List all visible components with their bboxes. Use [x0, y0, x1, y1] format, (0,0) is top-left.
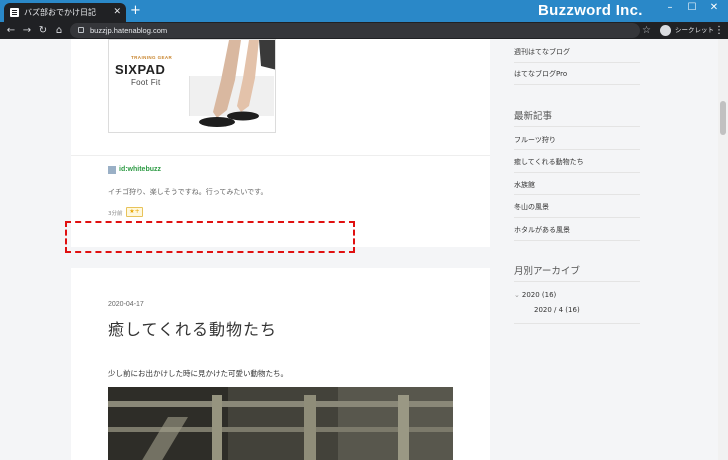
sidebar-link-pro[interactable]: はてなブログPro: [514, 69, 567, 79]
archive-year-item[interactable]: ⌄ 2020 (16): [514, 291, 556, 299]
new-tab-button[interactable]: +: [130, 4, 141, 18]
ad-brand: SIXPAD: [115, 62, 166, 77]
menu-icon[interactable]: ⋮: [714, 23, 724, 38]
ad-banner[interactable]: TRAINING GEAR SIXPAD Foot Fit: [108, 39, 276, 133]
sidebar-divider: [514, 84, 640, 85]
maximize-button[interactable]: ☐: [682, 2, 702, 13]
page-scrollbar[interactable]: [718, 39, 728, 460]
url-text: buzzjp.hatenablog.com: [90, 26, 168, 35]
chevron-down-icon[interactable]: ⌄: [514, 291, 520, 299]
scrollbar-thumb[interactable]: [720, 101, 726, 135]
home-icon[interactable]: ⌂: [52, 23, 66, 38]
minimize-button[interactable]: –: [660, 2, 680, 13]
recent-posts-heading: 最新記事: [514, 111, 553, 122]
archive-heading: 月別アーカイブ: [514, 266, 580, 277]
recent-post-item[interactable]: フルーツ狩り: [514, 135, 556, 145]
tab-close-icon[interactable]: ✕: [113, 3, 121, 22]
highlight-box: [65, 221, 355, 253]
post-photo: [108, 387, 453, 460]
sidebar-divider: [514, 172, 640, 173]
ad-tagline: TRAINING GEAR: [131, 55, 173, 60]
browser-tab[interactable]: バズ部おでかけ日記 ✕: [4, 3, 126, 22]
tab-favicon-icon: [10, 8, 19, 17]
comment-user-link[interactable]: id:whitebuzz: [119, 166, 161, 173]
sidebar-divider: [514, 126, 640, 127]
sidebar-divider: [514, 240, 640, 241]
tab-title: バズ部おでかけ日記: [24, 8, 96, 17]
incognito-icon: [660, 25, 671, 36]
sidebar-divider: [514, 194, 640, 195]
lock-icon: [78, 27, 84, 33]
recent-post-item[interactable]: ホタルがある風景: [514, 225, 570, 235]
add-star-button[interactable]: ★+: [126, 207, 143, 217]
incognito-label: シークレット: [675, 26, 714, 34]
back-icon[interactable]: ←: [4, 23, 18, 38]
user-avatar-icon: [108, 166, 116, 174]
sidebar-divider: [514, 149, 640, 150]
sidebar-divider: [514, 323, 640, 324]
recent-post-item[interactable]: 冬山の風景: [514, 202, 549, 212]
post-title[interactable]: 癒してくれる動物たち: [108, 316, 277, 340]
reload-icon[interactable]: ↻: [36, 23, 50, 38]
sidebar-divider: [514, 281, 640, 282]
recent-post-item[interactable]: 癒してくれる動物たち: [514, 157, 584, 167]
recent-post-item[interactable]: 水族館: [514, 180, 535, 190]
archive-month-item[interactable]: 2020 / 4 (16): [534, 306, 580, 314]
ad-product: Foot Fit: [131, 78, 161, 87]
brand-watermark: Buzzword Inc.: [538, 2, 643, 19]
title-bar: バズ部おでかけ日記 ✕ + Buzzword Inc. – ☐ ✕: [0, 0, 728, 22]
comment-divider: [71, 155, 490, 156]
close-window-button[interactable]: ✕: [704, 2, 724, 13]
photo-scene: [108, 387, 453, 460]
comment-text: イチゴ狩り、楽しそうですね。行ってみたいです。: [108, 188, 268, 196]
forward-icon[interactable]: →: [20, 23, 34, 38]
sidebar-divider: [514, 62, 640, 63]
page-content: TRAINING GEAR SIXPAD Foot Fit id:whitebu…: [0, 39, 718, 460]
sidebar-divider: [514, 217, 640, 218]
bookmark-star-icon[interactable]: ☆: [642, 23, 651, 38]
post-date[interactable]: 2020-04-17: [108, 301, 144, 308]
archive-year-label: 2020 (16): [521, 291, 557, 299]
post-body: 少し前にお出かけした時に見かけた可愛い動物たち。: [108, 369, 288, 378]
comment-timestamp[interactable]: 3分前: [108, 209, 123, 217]
sidebar-link-weekly[interactable]: 週刊はてなブログ: [514, 47, 570, 57]
browser-toolbar: ← → ↻ ⌂ buzzjp.hatenablog.com ☆ シークレット ⋮: [0, 22, 728, 39]
address-bar[interactable]: buzzjp.hatenablog.com: [70, 23, 640, 38]
